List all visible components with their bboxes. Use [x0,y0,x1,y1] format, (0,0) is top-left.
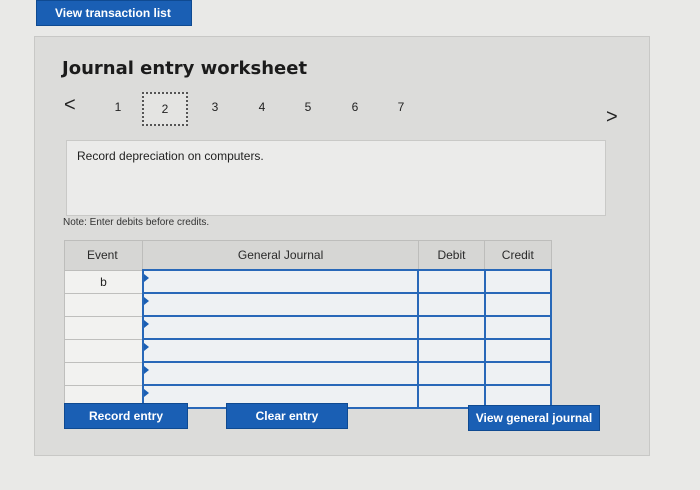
clear-entry-button[interactable]: Clear entry [226,403,348,429]
page-3[interactable]: 3 [205,100,225,114]
entry-pager: < 1 2 3 4 5 6 7 > [0,92,700,132]
debit-field[interactable] [417,361,486,386]
credit-field[interactable] [483,338,553,363]
record-entry-button[interactable]: Record entry [64,403,188,429]
table-row [63,338,553,363]
credit-field[interactable] [483,315,553,340]
account-field[interactable] [141,269,420,294]
page-2-selected[interactable]: 2 [142,92,188,126]
journal-entry-table: Event General Journal Debit Credit b [63,240,553,409]
view-transaction-list-button[interactable]: View transaction list [36,0,192,26]
credit-field[interactable] [483,292,553,317]
page-7[interactable]: 7 [391,100,411,114]
event-cell [63,292,144,317]
credit-header: Credit [484,240,552,271]
event-cell [63,315,144,340]
event-header: Event [63,240,144,271]
table-row [63,361,553,386]
note-text: Note: Enter debits before credits. [63,217,210,228]
page-title: Journal entry worksheet [62,58,308,79]
account-field[interactable] [141,292,420,317]
table-header-row: Event General Journal Debit Credit [63,240,552,271]
account-field[interactable] [141,361,420,386]
instruction-text: Record depreciation on computers. [77,149,264,163]
event-cell: b [63,269,144,294]
instruction-box: Record depreciation on computers. [66,140,606,216]
event-cell [63,361,144,386]
table-row [63,292,553,317]
credit-field[interactable] [483,361,553,386]
general-journal-header: General Journal [142,240,419,271]
event-cell [63,338,144,363]
page-6[interactable]: 6 [345,100,365,114]
account-field[interactable] [141,315,420,340]
page-5[interactable]: 5 [298,100,318,114]
page-4[interactable]: 4 [252,100,272,114]
table-row [63,315,553,340]
view-general-journal-button[interactable]: View general journal [468,405,600,431]
prev-arrow-icon[interactable]: < [64,94,76,117]
table-row: b [63,269,553,294]
debit-field[interactable] [417,269,486,294]
debit-field[interactable] [417,315,486,340]
debit-field[interactable] [417,292,486,317]
debit-header: Debit [417,240,486,271]
debit-field[interactable] [417,338,486,363]
account-field[interactable] [141,338,420,363]
next-arrow-icon[interactable]: > [606,106,618,129]
credit-field[interactable] [483,269,553,294]
page-1[interactable]: 1 [108,100,128,114]
